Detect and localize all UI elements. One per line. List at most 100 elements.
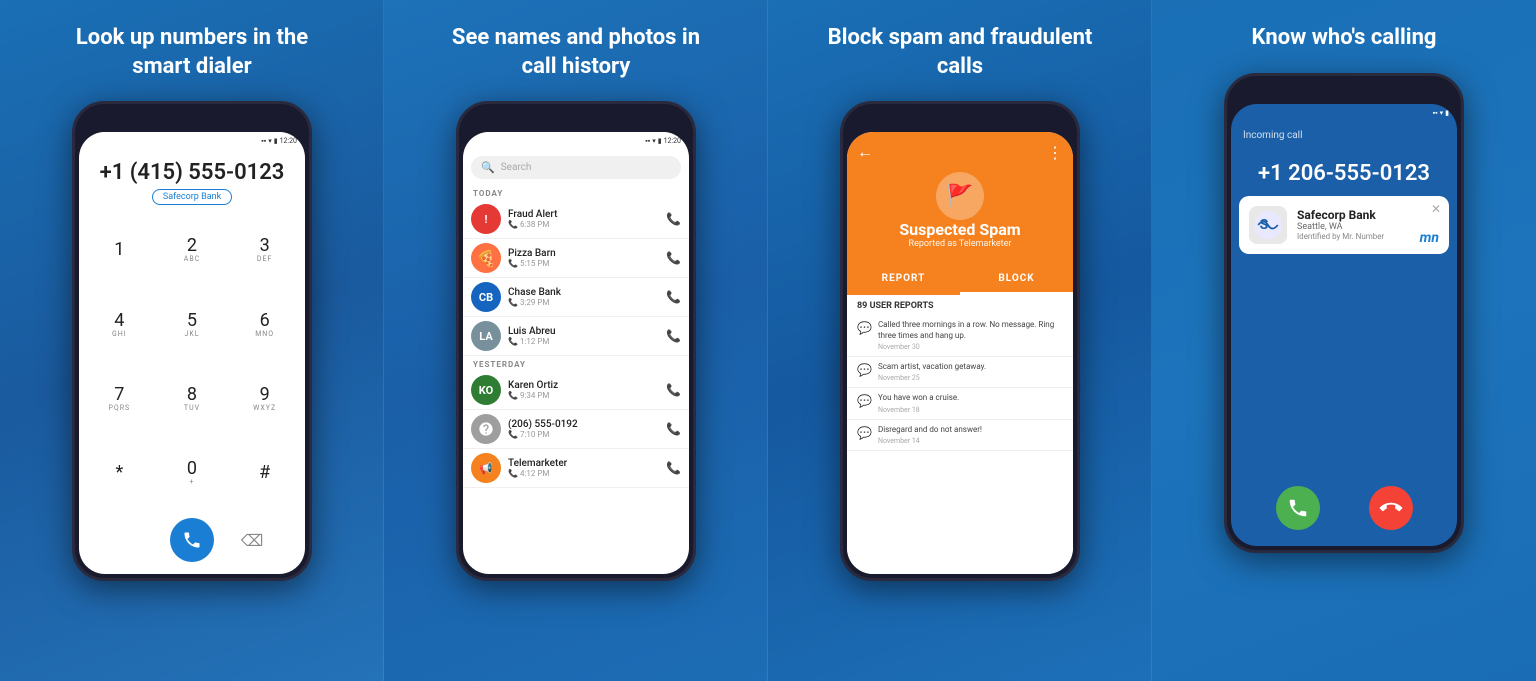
report-text-2: Scam artist, vacation getaway. xyxy=(878,362,986,372)
panel-3-title: Block spam and fraudulent calls xyxy=(820,24,1100,81)
search-bar[interactable]: 🔍 Search xyxy=(471,156,681,179)
close-icon[interactable]: ✕ xyxy=(1431,202,1441,216)
report-date-1: November 30 xyxy=(878,343,1063,351)
list-item: 💬 Disregard and do not answer! November … xyxy=(847,420,1073,451)
signal-icon-4: ▪▪ xyxy=(1433,109,1438,117)
comment-icon-1: 💬 xyxy=(857,321,872,351)
dial-key-6[interactable]: 6 MNO xyxy=(228,287,301,361)
avatar-chase: CB xyxy=(471,282,501,312)
avatar-unknown xyxy=(471,414,501,444)
dialer-number: +1 (415) 555-0123 xyxy=(79,150,305,189)
dial-num-8: 8 xyxy=(187,386,197,404)
dial-letters-6: MNO xyxy=(255,330,274,338)
call-time-chase: 📞 3:29 PM xyxy=(508,298,659,307)
dial-key-5[interactable]: 5 JKL xyxy=(156,287,229,361)
call-name-luis: Luis Abreu xyxy=(508,326,659,337)
spam-flag-icon: 🚩 xyxy=(936,172,984,220)
panel-2-title: See names and photos in call history xyxy=(436,24,716,81)
list-item[interactable]: CB Chase Bank 📞 3:29 PM 📞 xyxy=(463,278,689,317)
panel-spam: Block spam and fraudulent calls ← ⋮ 🚩 Su… xyxy=(768,0,1152,681)
call-icon-pizza: 📞 xyxy=(666,251,681,265)
section-yesterday: YESTERDAY xyxy=(463,356,689,371)
section-today: TODAY xyxy=(463,185,689,200)
list-item: 💬 Scam artist, vacation getaway. Novembe… xyxy=(847,357,1073,388)
call-info-luis: Luis Abreu 📞 1:12 PM xyxy=(508,326,659,346)
mr-number-logo: mn xyxy=(1420,230,1439,246)
call-icon-chase: 📞 xyxy=(666,290,681,304)
panel-dialer: Look up numbers in the smart dialer ▪▪ ▾… xyxy=(0,0,384,681)
block-button[interactable]: BLOCK xyxy=(960,265,1073,295)
call-time-luis: 📞 1:12 PM xyxy=(508,337,659,346)
dial-key-hash[interactable]: # xyxy=(228,436,301,510)
dial-key-3[interactable]: 3 DEF xyxy=(228,213,301,287)
dial-key-2[interactable]: 2 ABC xyxy=(156,213,229,287)
dial-letters-8: TUV xyxy=(184,404,200,412)
list-item[interactable]: (206) 555-0192 📞 7:10 PM 📞 xyxy=(463,410,689,449)
list-item[interactable]: LA Luis Abreu 📞 1:12 PM 📞 xyxy=(463,317,689,356)
avatar-luis: LA xyxy=(471,321,501,351)
call-icon-luis: 📞 xyxy=(666,329,681,343)
dial-letters-7: PQRS xyxy=(108,404,130,412)
caller-info-text: Safecorp Bank Seattle, WA Identified by … xyxy=(1297,208,1439,241)
phone-frame-2: ▪▪ ▾ ▮ 12:20 🔍 Search TODAY ! Fraud Aler… xyxy=(456,101,696,581)
comment-icon-2: 💬 xyxy=(857,363,872,382)
list-item[interactable]: ! Fraud Alert 📞 6:38 PM 📞 xyxy=(463,200,689,239)
back-icon[interactable]: ← xyxy=(857,142,873,162)
panel-history: See names and photos in call history ▪▪ … xyxy=(384,0,768,681)
phone-notch-3 xyxy=(920,110,1000,124)
report-content-1: Called three mornings in a row. No messa… xyxy=(878,320,1063,351)
list-item: 💬 You have won a cruise. November 18 xyxy=(847,388,1073,419)
dialer-grid: 1 2 ABC 3 DEF 4 GHI xyxy=(79,213,305,510)
dial-num-hash: # xyxy=(259,464,270,482)
panel-4-title: Know who's calling xyxy=(1251,24,1436,53)
call-name-unknown: (206) 555-0192 xyxy=(508,419,659,430)
clock: 12:20 xyxy=(280,137,297,145)
avatar-karen: KO xyxy=(471,375,501,405)
list-item[interactable]: 🍕 Pizza Barn 📞 5:15 PM 📞 xyxy=(463,239,689,278)
dial-letters-9: WXYZ xyxy=(253,404,276,412)
caller-logo: S xyxy=(1249,206,1287,244)
incoming-spacer xyxy=(1231,254,1457,474)
dial-key-8[interactable]: 8 TUV xyxy=(156,362,229,436)
dial-key-9[interactable]: 9 WXYZ xyxy=(228,362,301,436)
more-icon[interactable]: ⋮ xyxy=(1047,143,1063,162)
dial-letters-2: ABC xyxy=(184,255,200,263)
signal-icon-2: ▪▪ xyxy=(645,137,650,145)
call-button[interactable] xyxy=(170,518,214,562)
dial-key-7[interactable]: 7 PQRS xyxy=(83,362,156,436)
dial-num-2: 2 xyxy=(187,237,197,255)
call-name-karen: Karen Ortiz xyxy=(508,380,659,391)
phone-notch-1 xyxy=(152,110,232,124)
reports-section: 89 USER REPORTS 💬 Called three mornings … xyxy=(847,295,1073,574)
dial-key-1[interactable]: 1 xyxy=(83,213,156,287)
accept-call-button[interactable] xyxy=(1276,486,1320,530)
dial-key-4[interactable]: 4 GHI xyxy=(83,287,156,361)
dial-num-7: 7 xyxy=(114,386,124,404)
comment-icon-3: 💬 xyxy=(857,394,872,413)
call-time-unknown: 📞 7:10 PM xyxy=(508,430,659,439)
call-info-unknown: (206) 555-0192 📞 7:10 PM xyxy=(508,419,659,439)
phone-screen-3: ← ⋮ 🚩 Suspected Spam Reported as Telemar… xyxy=(847,132,1073,574)
panel-incoming: Know who's calling ▪▪ ▾ ▮ Incoming call … xyxy=(1152,0,1536,681)
list-item[interactable]: KO Karen Ortiz 📞 9:34 PM 📞 xyxy=(463,371,689,410)
wifi-icon-4: ▾ xyxy=(1440,109,1444,117)
search-icon: 🔍 xyxy=(481,161,495,174)
phone-screen-1: ▪▪ ▾ ▮ 12:20 +1 (415) 555-0123 Safecorp … xyxy=(79,132,305,574)
contact-name-badge[interactable]: Safecorp Bank xyxy=(152,189,232,205)
signal-icon: ▪▪ xyxy=(261,137,266,145)
call-time-telemarketer: 📞 4:12 PM xyxy=(508,469,659,478)
dial-num-0: 0 xyxy=(187,460,197,478)
dialer-name-area: Safecorp Bank xyxy=(79,189,305,205)
call-icon-telemarketer: 📞 xyxy=(666,461,681,475)
dial-key-star[interactable]: * xyxy=(83,436,156,510)
dial-key-0[interactable]: 0 + xyxy=(156,436,229,510)
dial-letters-4: GHI xyxy=(112,330,127,338)
report-button[interactable]: REPORT xyxy=(847,265,960,295)
decline-call-button[interactable] xyxy=(1369,486,1413,530)
spam-top-bar: ← ⋮ xyxy=(857,142,1063,162)
list-item[interactable]: 📢 Telemarketer 📞 4:12 PM 📞 xyxy=(463,449,689,488)
dial-num-6: 6 xyxy=(260,312,270,330)
dial-letters-0: + xyxy=(190,478,195,486)
delete-button[interactable]: ⌫ xyxy=(234,522,270,558)
history-screen: ▪▪ ▾ ▮ 12:20 🔍 Search TODAY ! Fraud Aler… xyxy=(463,132,689,574)
